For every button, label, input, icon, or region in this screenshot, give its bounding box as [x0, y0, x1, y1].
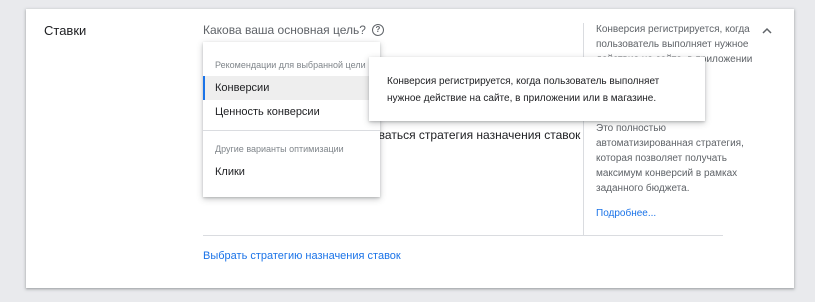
goal-question: Какова ваша основная цель? ?	[203, 23, 384, 37]
chevron-up-icon[interactable]	[761, 25, 773, 37]
divider	[203, 235, 723, 236]
recommended-header: Рекомендации для выбранной цели	[215, 60, 366, 70]
menu-item-clicks[interactable]: Клики	[203, 160, 380, 184]
bidding-card: Ставки Какова ваша основная цель? ? оват…	[26, 9, 794, 288]
other-options-header: Другие варианты оптимизации	[215, 144, 344, 154]
choose-strategy-link[interactable]: Выбрать стратегию назначения ставок	[203, 250, 401, 262]
menu-item-conversions[interactable]: Конверсии	[203, 76, 380, 100]
goal-question-label: Какова ваша основная цель?	[203, 23, 366, 37]
menu-item-conversion-value[interactable]: Ценность конверсии	[203, 100, 380, 124]
question-circle-icon[interactable]: ?	[371, 24, 384, 36]
goal-dropdown-menu: Рекомендации для выбранной цели Конверси…	[203, 42, 380, 197]
learn-more-link[interactable]: Подробнее...	[596, 208, 656, 219]
menu-separator	[203, 130, 380, 131]
section-title: Ставки	[44, 23, 87, 38]
strategy-text: оваться стратегия назначения ставок	[372, 128, 581, 142]
side-panel-strategy-description: Это полностью автоматизированная стратег…	[596, 123, 744, 194]
conversion-tooltip: Конверсия регистрируется, когда пользова…	[369, 57, 705, 121]
